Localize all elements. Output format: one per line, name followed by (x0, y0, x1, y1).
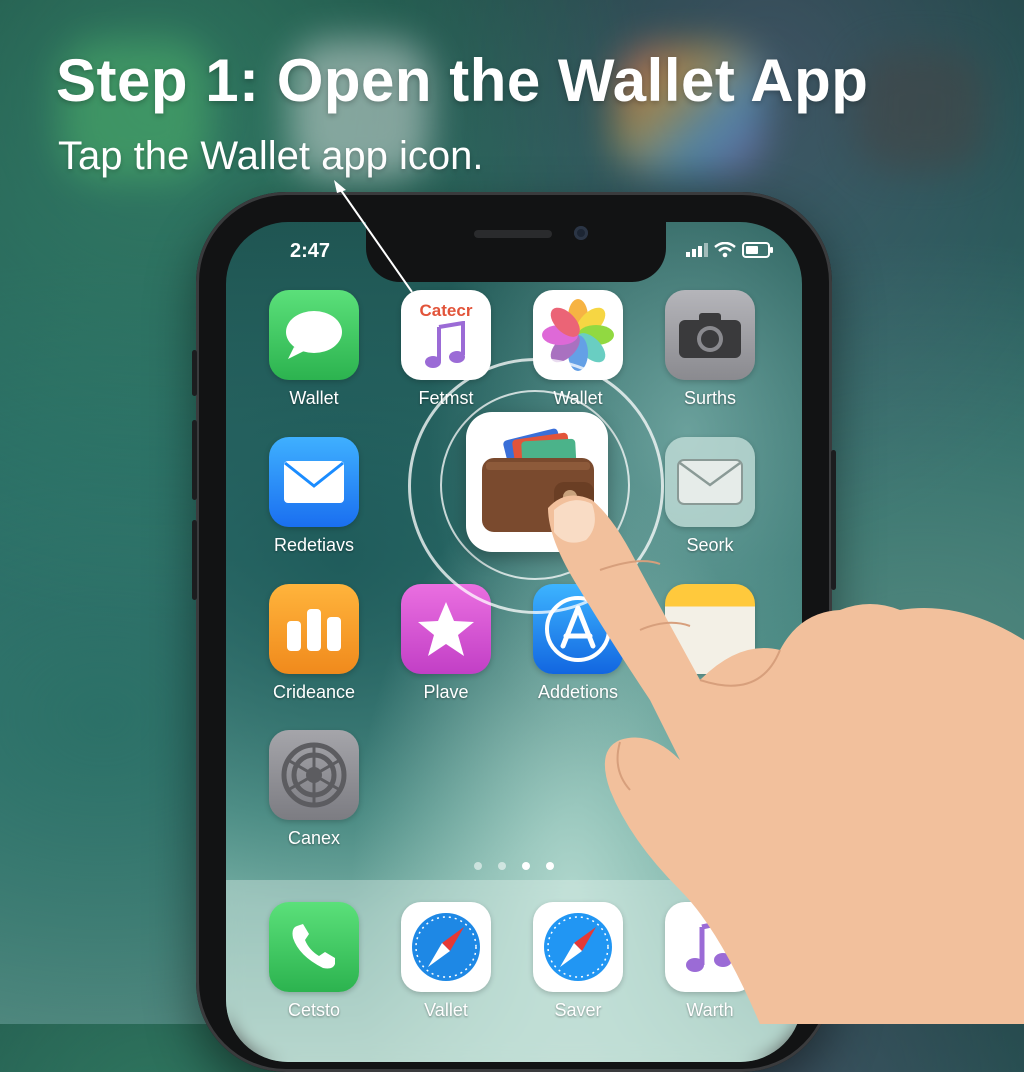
pointer-arrow (334, 180, 413, 293)
